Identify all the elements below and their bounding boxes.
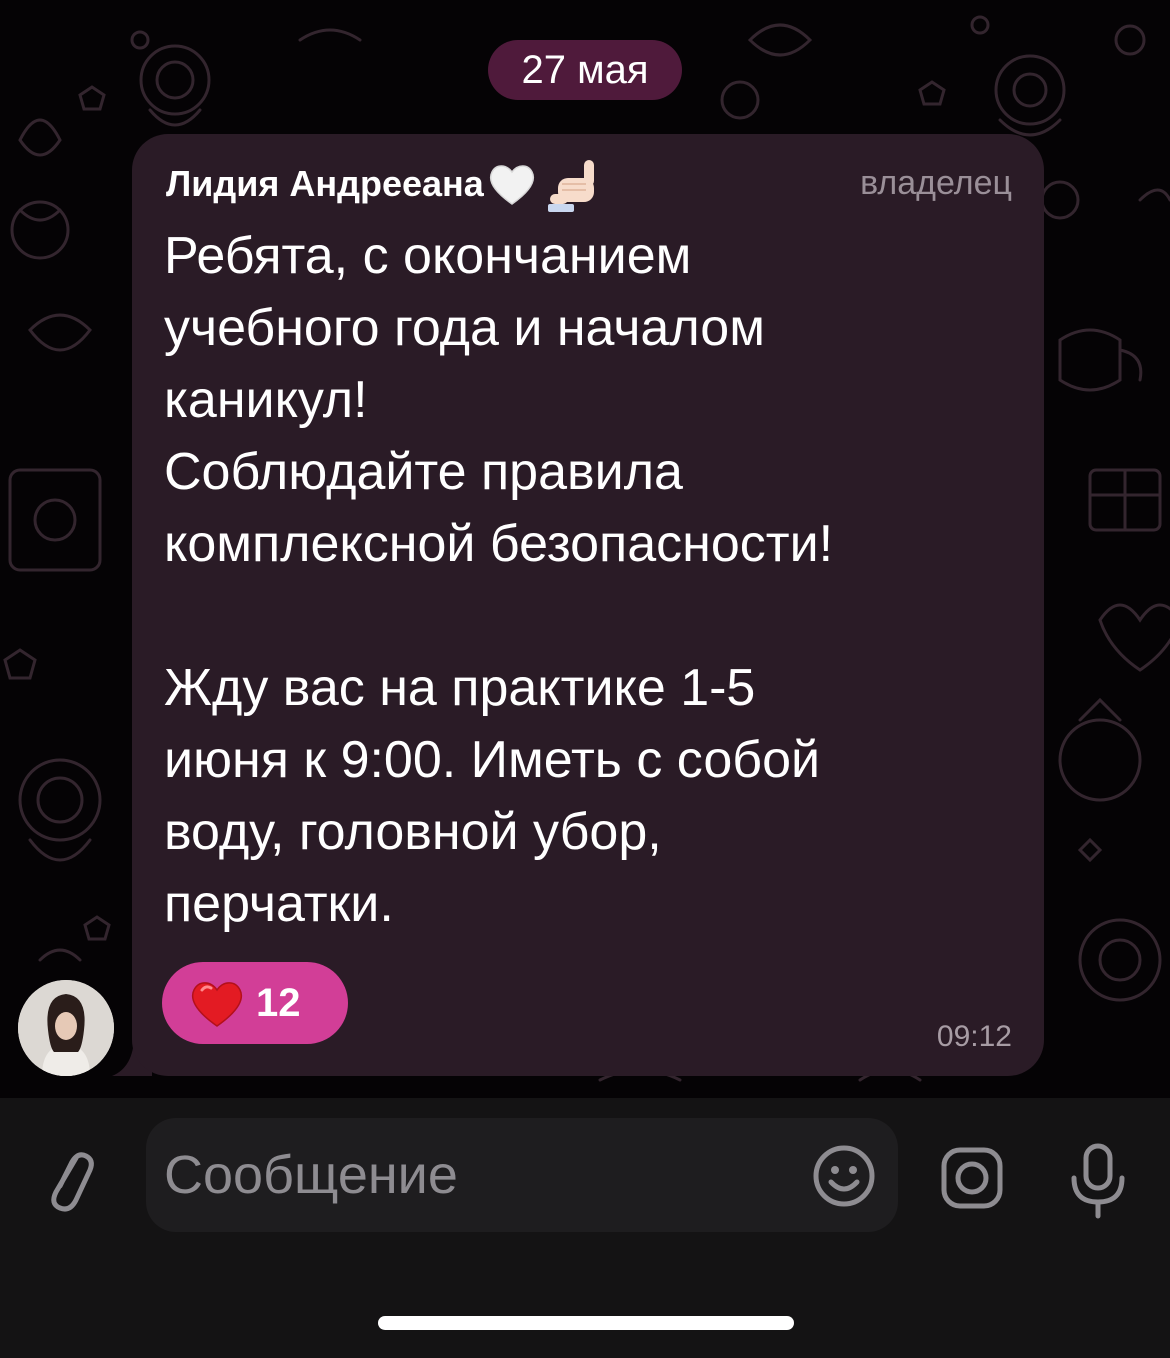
message-bubble[interactable]: Лидия Андреeана владелец Ребята, с оконч… <box>132 134 1044 1076</box>
chat-screen: 27 мая Лидия Андреeана владелец Ребята, … <box>0 0 1170 1358</box>
call-me-hand-icon <box>547 160 594 212</box>
avatar-photo <box>18 980 114 1076</box>
reaction-chip[interactable]: 12 <box>162 962 348 1044</box>
microphone-icon[interactable] <box>1068 1142 1128 1220</box>
white-heart-icon <box>489 165 534 205</box>
date-separator: 27 мая <box>488 40 682 100</box>
camera-icon[interactable] <box>940 1146 1004 1210</box>
emoji-icon[interactable] <box>812 1144 876 1208</box>
red-heart-icon <box>191 982 243 1027</box>
home-indicator[interactable] <box>378 1316 794 1330</box>
message-time: 09:12 <box>936 1020 1012 1053</box>
reaction-count: 12 <box>256 980 301 1025</box>
sender-avatar[interactable] <box>18 980 114 1076</box>
sender-name[interactable]: Лидия Андреeана <box>166 163 484 205</box>
paperclip-icon[interactable] <box>42 1146 98 1218</box>
message-input-placeholder: Сообщение <box>164 1145 458 1205</box>
message-text: Ребята, с окончанием учебного года и нач… <box>164 227 834 933</box>
role-badge: владелец <box>860 164 1012 202</box>
sender-row: Лидия Андреeана <box>166 156 608 212</box>
message-input[interactable]: Сообщение <box>146 1118 898 1232</box>
